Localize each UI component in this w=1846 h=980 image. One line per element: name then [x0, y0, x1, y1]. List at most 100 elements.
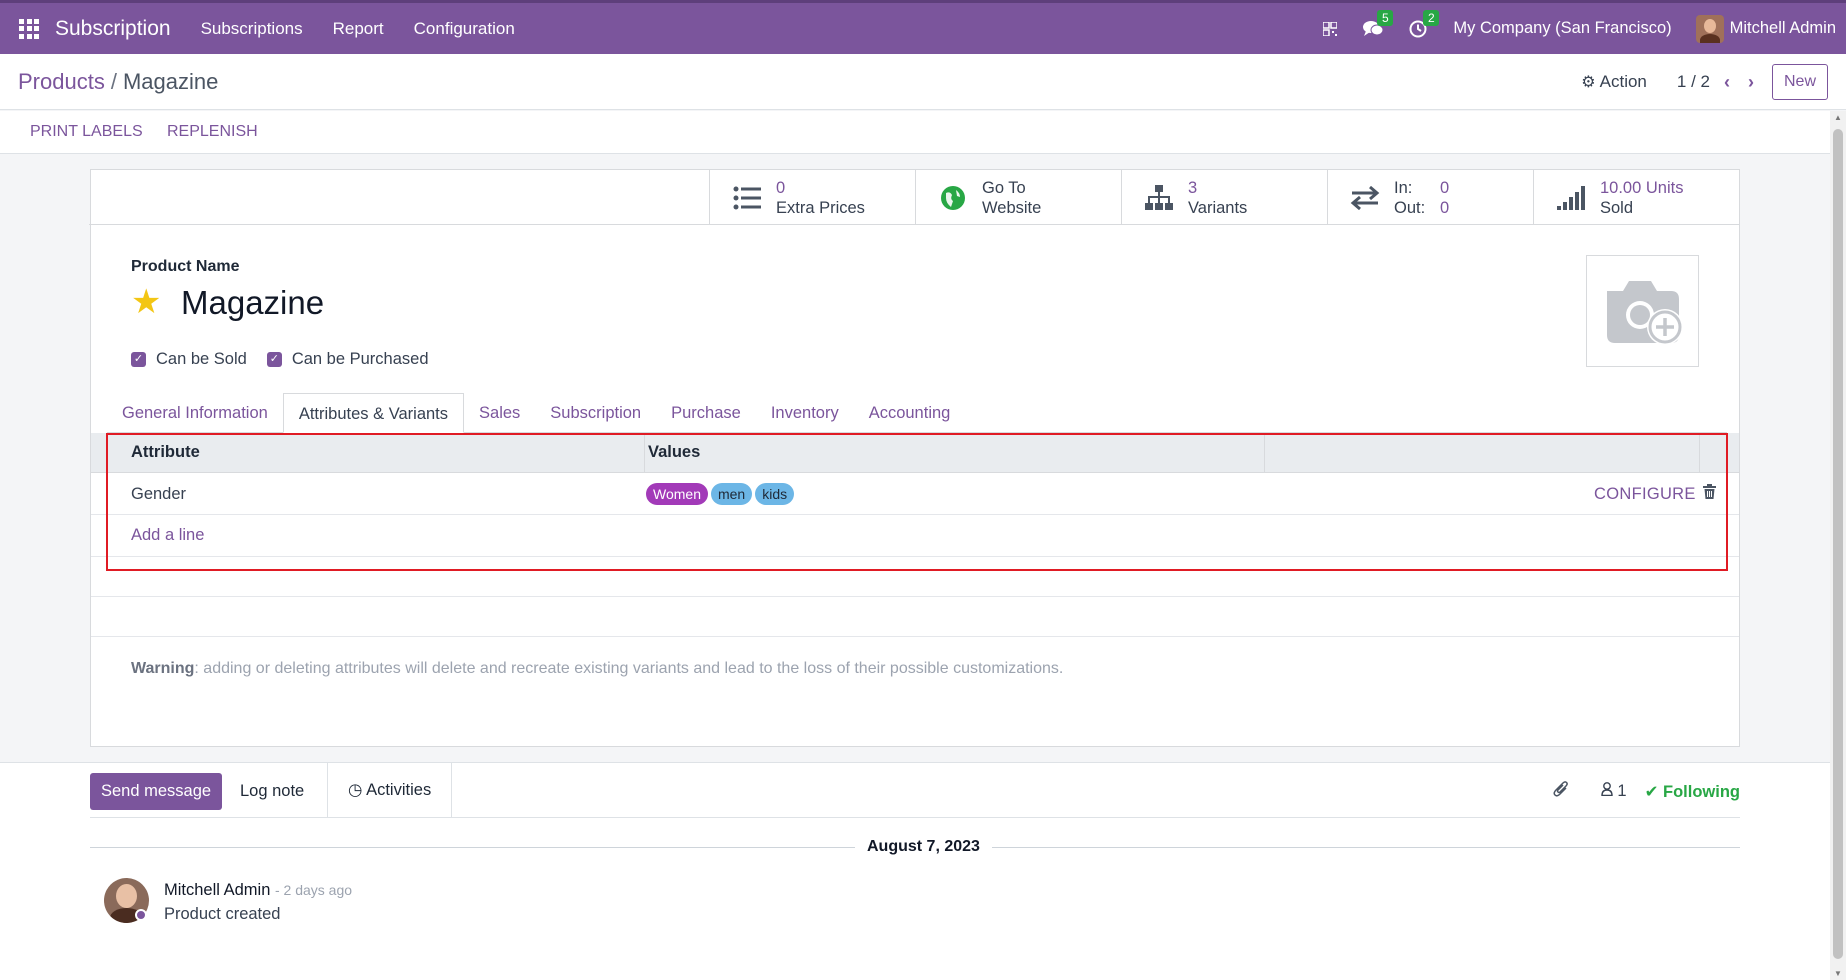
- activities-badge: 2: [1423, 9, 1440, 26]
- top-navbar: Subscription Subscriptions Report Config…: [0, 0, 1846, 54]
- value-tag: kids: [755, 483, 795, 505]
- configure-button[interactable]: CONFIGURE: [1594, 485, 1696, 504]
- breadcrumb-products[interactable]: Products: [18, 69, 105, 94]
- gear-icon: ⚙: [1581, 74, 1596, 91]
- product-name-input[interactable]: Magazine: [181, 284, 324, 322]
- units-sold-value: 10.00 Units: [1600, 178, 1684, 197]
- form-tabs: General Information Attributes & Variant…: [107, 393, 1727, 433]
- tab-subscription[interactable]: Subscription: [535, 393, 656, 433]
- trash-icon[interactable]: [1703, 484, 1716, 504]
- tab-sales[interactable]: Sales: [464, 393, 535, 433]
- paperclip-icon[interactable]: [1553, 780, 1569, 803]
- menu-subscriptions[interactable]: Subscriptions: [201, 19, 303, 39]
- variants-warning: Warning: adding or deleting attributes w…: [131, 660, 1063, 678]
- can-be-purchased-label: Can be Purchased: [291, 350, 429, 368]
- warning-text: : adding or deleting attributes will del…: [194, 660, 1064, 677]
- user-icon: [1601, 782, 1613, 797]
- messages-badge: 5: [1377, 9, 1394, 26]
- add-line-link[interactable]: Add a line: [131, 526, 204, 545]
- action-button[interactable]: ⚙ Action: [1581, 72, 1647, 92]
- website-line-1: Go To: [982, 178, 1026, 197]
- in-label: In:: [1394, 178, 1413, 197]
- add-line-row: Add a line: [91, 515, 1739, 557]
- breadcrumb: Products / Magazine: [18, 69, 218, 95]
- followers-count: 1: [1617, 782, 1627, 800]
- print-labels-button[interactable]: PRINT LABELS: [30, 123, 143, 141]
- scroll-up-icon[interactable]: ▲: [1834, 113, 1842, 122]
- in-value: 0: [1440, 178, 1450, 197]
- extra-prices-button[interactable]: 0 Extra Prices: [709, 170, 915, 225]
- favorite-star-icon[interactable]: ★: [131, 282, 161, 322]
- variants-count: 3: [1188, 178, 1198, 197]
- breadcrumb-current: Magazine: [122, 69, 219, 94]
- units-sold-button[interactable]: 10.00 Units Sold: [1533, 170, 1739, 225]
- can-be-sold-checkbox[interactable]: ✓ Can be Sold: [131, 350, 247, 369]
- in-out-button[interactable]: In: 0 Out: 0: [1327, 170, 1533, 225]
- go-to-website-button[interactable]: Go To Website: [915, 170, 1121, 225]
- tab-attributes-variants[interactable]: Attributes & Variants: [282, 393, 465, 433]
- tab-purchase[interactable]: Purchase: [656, 393, 756, 433]
- user-avatar: [1695, 14, 1724, 43]
- product-name-label: Product Name: [131, 258, 240, 275]
- page-scrollbar[interactable]: ▲ ▼: [1830, 111, 1846, 980]
- activities-button[interactable]: ◷ Activities: [327, 763, 453, 818]
- menu-configuration[interactable]: Configuration: [414, 19, 515, 39]
- action-label: Action: [1599, 72, 1647, 91]
- header-attribute[interactable]: Attribute: [131, 443, 200, 462]
- log-note-button[interactable]: Log note: [240, 782, 304, 801]
- product-image-upload[interactable]: [1586, 255, 1699, 367]
- smart-button-box: 0 Extra Prices Go To Website 3 Variants: [89, 170, 1739, 225]
- send-message-button[interactable]: Send message: [90, 773, 223, 810]
- units-sold-label: Sold: [1600, 198, 1634, 217]
- website-line-2: Website: [982, 198, 1042, 217]
- new-button[interactable]: New: [1771, 64, 1828, 100]
- scrollbar-thumb[interactable]: [1833, 129, 1843, 959]
- presence-indicator: [135, 909, 147, 921]
- table-row[interactable]: Gender Women men kids CONFIGURE: [91, 473, 1739, 515]
- extra-prices-label: Extra Prices: [776, 198, 865, 217]
- app-name[interactable]: Subscription: [55, 17, 171, 41]
- empty-row: [91, 597, 1739, 637]
- activities-clock-icon[interactable]: 2: [1409, 9, 1440, 38]
- values-cell[interactable]: Women men kids: [646, 483, 797, 505]
- scroll-down-icon[interactable]: ▼: [1834, 969, 1842, 978]
- following-label: Following: [1663, 782, 1740, 801]
- table-header: Attribute Values: [91, 433, 1739, 473]
- following-button[interactable]: ✔ Following: [1645, 782, 1740, 802]
- tab-accounting[interactable]: Accounting: [854, 393, 966, 433]
- message-author[interactable]: Mitchell Admin: [164, 881, 270, 899]
- variants-label: Variants: [1188, 198, 1248, 217]
- replenish-button[interactable]: REPLENISH: [167, 123, 258, 141]
- list-icon: [732, 183, 762, 213]
- attributes-table: Attribute Values Gender Women men kids C…: [91, 433, 1739, 637]
- header-values[interactable]: Values: [648, 443, 700, 462]
- status-bar: PRINT LABELS REPLENISH: [0, 111, 1830, 154]
- pager-value[interactable]: 1 / 2: [1677, 72, 1710, 92]
- chatter: Send message Log note ◷ Activities 1 ✔ F…: [0, 762, 1830, 980]
- extra-prices-count: 0: [776, 178, 786, 197]
- pager-previous-icon[interactable]: ‹: [1724, 72, 1730, 93]
- empty-row: [91, 557, 1739, 597]
- messages-icon[interactable]: 5: [1363, 9, 1394, 38]
- breadcrumb-separator: /: [110, 69, 117, 94]
- can-be-purchased-checkbox[interactable]: ✓ Can be Purchased: [266, 350, 429, 369]
- message-body: Product created: [164, 905, 281, 923]
- tab-inventory[interactable]: Inventory: [756, 393, 854, 433]
- exchange-icon: [1350, 183, 1380, 213]
- globe-icon: [938, 183, 968, 213]
- sitemap-icon: [1144, 183, 1174, 213]
- qr-code-icon[interactable]: [1323, 21, 1338, 36]
- pager-next-icon[interactable]: ›: [1748, 72, 1754, 93]
- variants-button[interactable]: 3 Variants: [1121, 170, 1327, 225]
- company-switcher[interactable]: My Company (San Francisco): [1453, 19, 1671, 38]
- value-tag: Women: [646, 483, 708, 505]
- apps-menu-icon[interactable]: [19, 18, 39, 39]
- tab-general-information[interactable]: General Information: [107, 393, 283, 433]
- menu-report[interactable]: Report: [333, 19, 384, 39]
- camera-plus-icon: [1606, 281, 1683, 345]
- user-menu[interactable]: Mitchell Admin: [1695, 14, 1836, 43]
- followers-button[interactable]: 1: [1601, 782, 1627, 801]
- out-label: Out:: [1394, 198, 1426, 217]
- main-menu: Subscriptions Report Configuration: [201, 19, 545, 39]
- attribute-cell[interactable]: Gender: [131, 485, 186, 504]
